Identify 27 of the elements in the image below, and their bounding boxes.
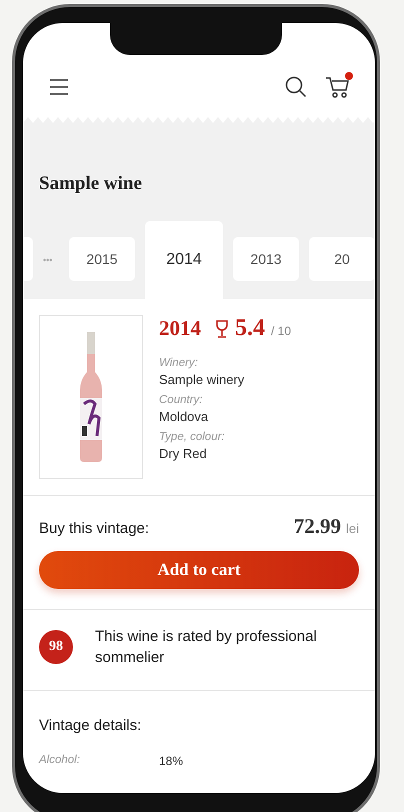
currency: lei — [346, 521, 359, 536]
sommelier-note: This wine is rated by professional sommelier — [95, 627, 318, 668]
detail-value: Dry Red — [159, 446, 208, 461]
score-seal: 98 — [39, 630, 73, 664]
section-heading: Vintage details: — [39, 717, 142, 734]
year-tab[interactable]: 2015 — [69, 237, 135, 281]
year-tab[interactable]: 2014 — [145, 221, 223, 299]
year-tab[interactable]: 20 — [309, 237, 375, 281]
detail-label: Alcohol: — [39, 754, 81, 768]
detail-label: Country: — [159, 394, 204, 406]
detail-label: Type, colour: — [159, 431, 226, 443]
detail-label: Winery: — [159, 357, 199, 369]
rating-score: 5.4 — [235, 315, 265, 342]
wine-glass-icon — [215, 320, 229, 338]
detail-value: Sample winery — [159, 372, 246, 387]
price: 72.99 — [294, 514, 341, 539]
year-tab[interactable]: 2013 — [233, 237, 299, 281]
search-icon[interactable] — [285, 76, 307, 98]
vintage-year: 2014 — [159, 316, 201, 341]
rating-max: / 10 — [271, 324, 292, 338]
menu-icon[interactable] — [49, 79, 69, 95]
detail-value: Moldova — [159, 409, 210, 424]
cart-icon[interactable] — [325, 75, 351, 99]
wine-title: Sample wine — [39, 173, 143, 195]
detail-value: 18% — [159, 754, 184, 768]
buy-label: Buy this vintage: — [39, 520, 150, 537]
add-to-cart-button[interactable]: Add to cart — [39, 551, 359, 589]
